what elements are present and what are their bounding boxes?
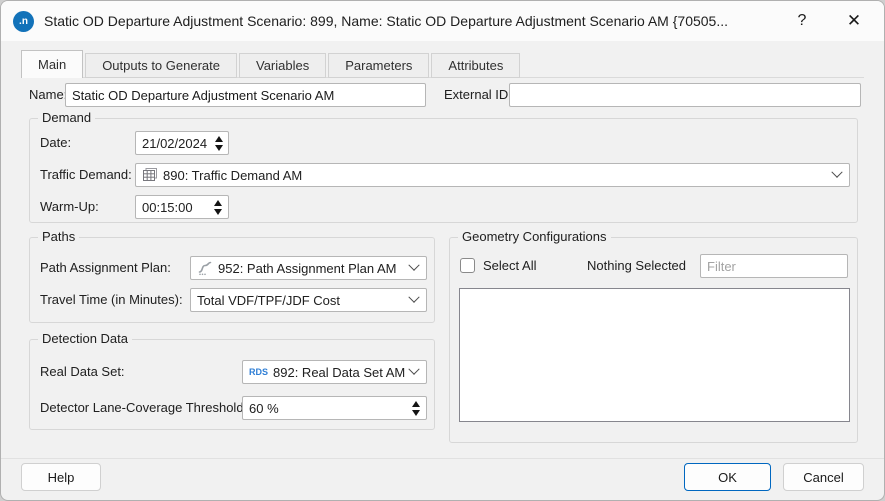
tab-parameters[interactable]: Parameters bbox=[328, 53, 430, 78]
real-data-set-select[interactable]: RDS 892: Real Data Set AM bbox=[242, 360, 427, 384]
path-assignment-plan-value: 952: Path Assignment Plan AM bbox=[218, 260, 397, 276]
geometry-configurations-group: Geometry Configurations Select All Nothi… bbox=[449, 229, 858, 443]
spin-down-icon[interactable] bbox=[215, 144, 224, 151]
paths-group: Paths Path Assignment Plan: 952: Path As… bbox=[29, 229, 435, 323]
tab-attributes[interactable]: Attributes bbox=[431, 53, 521, 78]
select-all-label: Select All bbox=[483, 258, 537, 273]
selection-status-text: Nothing Selected bbox=[587, 258, 687, 273]
traffic-demand-select[interactable]: 890: Traffic Demand AM bbox=[135, 163, 850, 187]
warm-up-spin-buttons[interactable] bbox=[206, 199, 222, 215]
select-all-control[interactable]: Select All bbox=[460, 258, 536, 273]
rds-icon: RDS bbox=[249, 367, 269, 377]
geometry-filter-input[interactable] bbox=[700, 254, 848, 278]
external-id-input[interactable] bbox=[509, 83, 861, 107]
detection-data-group-legend: Detection Data bbox=[38, 331, 132, 346]
window-title: Static OD Departure Adjustment Scenario:… bbox=[44, 13, 729, 29]
geometry-group-legend: Geometry Configurations bbox=[458, 229, 611, 244]
traffic-demand-value: 890: Traffic Demand AM bbox=[163, 167, 303, 183]
travel-time-select[interactable]: Total VDF/TPF/JDF Cost bbox=[190, 288, 427, 312]
travel-time-label: Travel Time (in Minutes): bbox=[40, 292, 183, 307]
chevron-down-icon bbox=[408, 363, 420, 375]
name-label: Name: bbox=[29, 87, 68, 102]
tab-bar: Main Outputs to Generate Variables Param… bbox=[21, 50, 522, 78]
tab-main[interactable]: Main bbox=[21, 50, 84, 78]
tab-outputs-to-generate[interactable]: Outputs to Generate bbox=[85, 53, 237, 78]
table-grid-icon bbox=[143, 168, 157, 181]
select-all-checkbox[interactable] bbox=[460, 258, 475, 273]
spin-down-icon[interactable] bbox=[412, 409, 420, 416]
app-logo-icon: .n bbox=[13, 10, 34, 32]
warm-up-spinner[interactable]: 00:15:00 bbox=[135, 195, 229, 219]
chevron-down-icon bbox=[831, 166, 843, 178]
threshold-spin-buttons[interactable] bbox=[404, 400, 420, 416]
window-help-button[interactable]: ? bbox=[782, 1, 822, 41]
travel-time-value: Total VDF/TPF/JDF Cost bbox=[197, 292, 341, 308]
geometry-configurations-list[interactable] bbox=[459, 288, 850, 422]
path-route-icon bbox=[198, 261, 212, 276]
cancel-button[interactable]: Cancel bbox=[783, 463, 864, 491]
dialog-window: .n Static OD Departure Adjustment Scenar… bbox=[0, 0, 885, 501]
name-input[interactable] bbox=[65, 83, 426, 107]
warm-up-label: Warm-Up: bbox=[40, 199, 99, 214]
date-spinner[interactable]: 21/02/2024 bbox=[135, 131, 229, 155]
date-spin-buttons[interactable] bbox=[207, 135, 224, 151]
detector-threshold-label: Detector Lane-Coverage Threshold: bbox=[40, 400, 248, 415]
traffic-demand-label: Traffic Demand: bbox=[40, 167, 132, 182]
date-label: Date: bbox=[40, 135, 72, 150]
demand-group: Demand Date: 21/02/2024 Traffic Demand: … bbox=[29, 110, 858, 223]
date-value: 21/02/2024 bbox=[142, 135, 208, 151]
spin-up-icon[interactable] bbox=[215, 135, 224, 142]
detector-threshold-spinner[interactable]: 60 % bbox=[242, 396, 427, 420]
window-close-button[interactable]: ✕ bbox=[834, 1, 874, 41]
detector-threshold-value: 60 % bbox=[249, 400, 279, 416]
title-bar: .n Static OD Departure Adjustment Scenar… bbox=[1, 1, 884, 41]
external-id-label: External ID: bbox=[444, 87, 512, 102]
paths-group-legend: Paths bbox=[38, 229, 80, 244]
spin-up-icon[interactable] bbox=[412, 400, 420, 407]
tab-variables[interactable]: Variables bbox=[238, 53, 327, 78]
footer-divider bbox=[1, 458, 884, 459]
path-assignment-plan-label: Path Assignment Plan: bbox=[40, 260, 171, 275]
ok-button[interactable]: OK bbox=[684, 463, 771, 491]
demand-group-legend: Demand bbox=[38, 110, 96, 125]
path-assignment-plan-select[interactable]: 952: Path Assignment Plan AM bbox=[190, 256, 427, 280]
detection-data-group: Detection Data Real Data Set: RDS 892: R… bbox=[29, 331, 435, 430]
spin-up-icon[interactable] bbox=[214, 199, 222, 206]
chevron-down-icon bbox=[408, 259, 420, 271]
real-data-set-value: 892: Real Data Set AM bbox=[273, 364, 405, 380]
real-data-set-label: Real Data Set: bbox=[40, 364, 125, 379]
help-button[interactable]: Help bbox=[21, 463, 101, 491]
warm-up-value: 00:15:00 bbox=[142, 199, 193, 215]
spin-down-icon[interactable] bbox=[214, 208, 222, 215]
chevron-down-icon bbox=[408, 291, 420, 303]
